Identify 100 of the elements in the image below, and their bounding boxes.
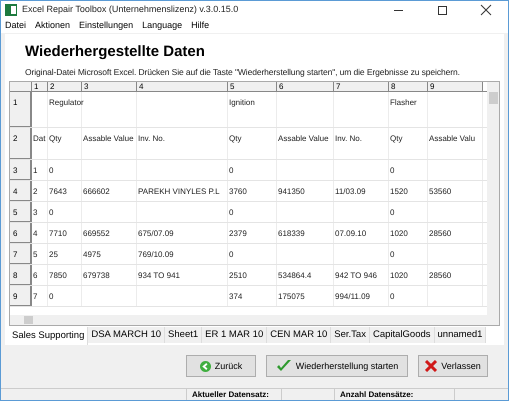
menu-item[interactable]: Einstellungen	[79, 19, 134, 32]
column-header[interactable]: 5	[228, 82, 277, 92]
row-header[interactable]: 6	[10, 223, 32, 244]
table-cell: 7643	[48, 181, 82, 202]
column-header[interactable]: 2	[48, 82, 82, 92]
table-cell: 25	[48, 244, 82, 264]
table-cell: 7850	[48, 265, 82, 286]
table-cell: 7710	[48, 223, 82, 244]
row-header[interactable]: 3	[10, 160, 32, 180]
table-cell: 669552	[82, 223, 137, 244]
table-cell: 1	[32, 160, 48, 180]
table-cell: 28560	[428, 223, 483, 244]
table-cell: 769/10.09	[137, 244, 228, 264]
table-cell: 0	[389, 160, 428, 180]
column-header[interactable]: 4	[137, 82, 228, 92]
row-header[interactable]: 1	[10, 92, 32, 128]
table-cell: Qty	[48, 128, 82, 160]
table-cell: 3760	[228, 181, 277, 202]
table-cell: Assable Value	[82, 128, 137, 160]
table-cell: 4	[32, 223, 48, 244]
table-cell: 3	[32, 202, 48, 222]
table-cell: 5	[32, 244, 48, 264]
sheet-tab[interactable]: Sales Supporting	[9, 326, 88, 344]
table-cell: 994/11.09	[334, 286, 389, 306]
column-header[interactable]: 8	[389, 82, 428, 92]
menu-item[interactable]: Datei	[5, 19, 26, 32]
column-header[interactable]: 3	[82, 82, 137, 92]
table-cell: 374	[228, 286, 277, 306]
table-cell: PAREKH VINYLES P.L	[137, 181, 228, 202]
table-cell: Qty	[228, 128, 277, 160]
app-icon	[5, 4, 17, 16]
table-cell: Qty	[389, 128, 428, 160]
table-cell: 618339	[277, 223, 334, 244]
row-header[interactable]: 8	[10, 265, 32, 286]
column-header[interactable]: 7	[334, 82, 389, 92]
table-cell: 941350	[277, 181, 334, 202]
table-cell: 0	[48, 160, 82, 180]
table-cell: 1020	[389, 265, 428, 286]
checkmark-icon	[276, 359, 292, 374]
row-header[interactable]: 5	[10, 202, 32, 222]
table-cell: 175075	[277, 286, 334, 306]
table-cell: 07.09.10	[334, 223, 389, 244]
table-cell: 2	[32, 181, 48, 202]
table-cell: 53560	[428, 181, 483, 202]
action-button[interactable]: Wiederherstellung starten	[266, 355, 408, 378]
sheet-tab[interactable]: unnamed1	[434, 326, 486, 342]
table-cell: 0	[389, 244, 428, 264]
table-cell: 942 TO 946	[334, 265, 389, 286]
sheet-tab[interactable]: Ser.Tax	[331, 326, 370, 342]
table-cell: Inv. No.	[137, 128, 228, 160]
table-cell: Assable Value	[277, 128, 334, 160]
column-header[interactable]: 1	[32, 82, 48, 92]
table-cell: 0	[389, 286, 428, 306]
vertical-scrollbar[interactable]	[487, 82, 499, 315]
table-cell: 0	[48, 286, 82, 306]
table-cell: Dat	[32, 128, 48, 160]
table-cell: 679738	[82, 265, 137, 286]
table-cell: 0	[228, 160, 277, 180]
column-header[interactable]: 6	[277, 82, 334, 92]
close-icon	[425, 360, 438, 372]
table-cell: Regulator	[48, 92, 82, 128]
column-header[interactable]: 9	[428, 82, 483, 92]
table-cell: 2510	[228, 265, 277, 286]
table-cell: 4975	[82, 244, 137, 264]
sheet-tab[interactable]: Sheet1	[165, 326, 202, 342]
status-label: Aktueller Datensatz:	[192, 390, 269, 399]
table-cell: Ignition	[228, 92, 277, 128]
sheet-tab[interactable]: CEN MAR 10	[267, 326, 332, 342]
table-cell: 6	[32, 265, 48, 286]
table-cell: 534864.4	[277, 265, 334, 286]
page-heading: Wiederhergestellte Daten	[25, 42, 206, 60]
row-header[interactable]: 7	[10, 244, 32, 264]
row-header[interactable]: 2	[10, 128, 32, 160]
table-cell: Inv. No.	[334, 128, 389, 160]
horizontal-scrollbar[interactable]	[10, 314, 499, 324]
table-cell: 0	[228, 202, 277, 222]
table-cell: Assable Valu	[428, 128, 483, 160]
description-text: Original-Datei Microsoft Excel. Drücken Sie auf die Taste "Wiederherstellung starten", um die Ergebnisse zu speichern.	[25, 66, 461, 78]
table-cell: 2379	[228, 223, 277, 244]
table-cell: 1520	[389, 181, 428, 202]
grid-corner[interactable]	[10, 82, 32, 92]
sheet-tab[interactable]: ER 1 MAR 10	[202, 326, 268, 342]
sheet-tab[interactable]: DSA MARCH 10	[88, 326, 166, 342]
table-cell: 934 TO 941	[137, 265, 228, 286]
menu-item[interactable]: Hilfe	[191, 19, 210, 32]
table-cell: 0	[228, 244, 277, 264]
table-cell: 11/03.09	[334, 181, 389, 202]
menu-item[interactable]: Language	[142, 19, 182, 32]
window-title: Excel Repair Toolbox (Unternehmenslizenz) v.3.0.15.0	[22, 3, 238, 16]
table-cell: 0	[48, 202, 82, 222]
action-button[interactable]: Verlassen	[418, 355, 488, 378]
sheet-tab[interactable]: CapitalGoods	[370, 326, 435, 342]
action-button[interactable]: Zurück	[186, 355, 256, 378]
menu-item[interactable]: Aktionen	[35, 19, 70, 32]
table-cell: 7	[32, 286, 48, 306]
table-cell: Flasher	[389, 92, 428, 128]
row-header[interactable]: 4	[10, 181, 32, 202]
status-label: Anzahl Datensätze:	[340, 390, 414, 399]
table-cell: 1020	[389, 223, 428, 244]
row-header[interactable]: 9	[10, 286, 32, 306]
